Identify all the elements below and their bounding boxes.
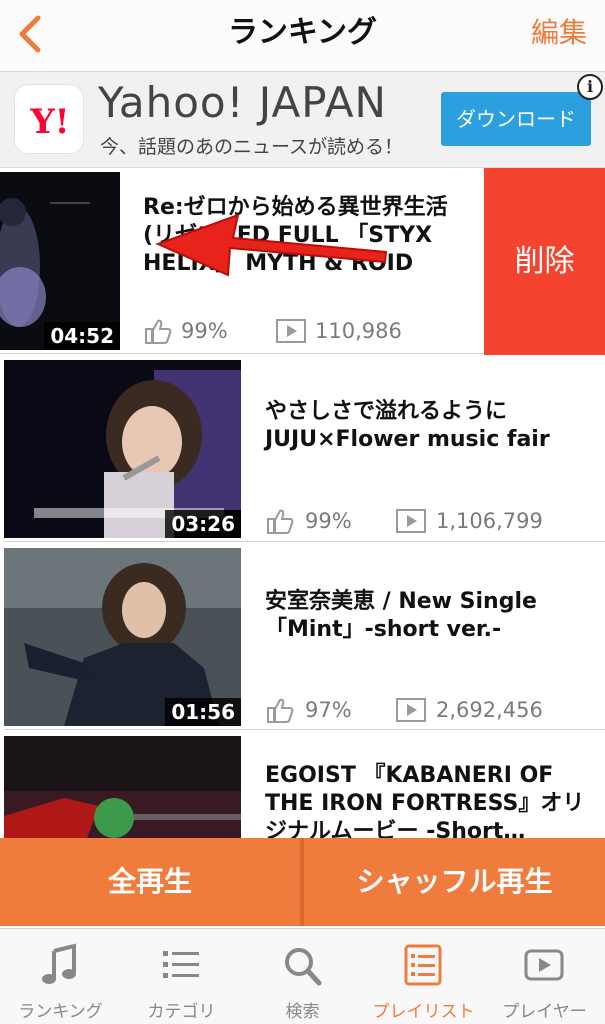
- tab-label: ランキング: [18, 1002, 103, 1022]
- ad-banner[interactable]: Y! Yahoo! JAPAN 今、話題のあのニュースが読める！ ダウンロード …: [0, 72, 605, 168]
- ad-info-icon[interactable]: i: [577, 74, 603, 100]
- swipe-arrow-icon: [155, 213, 388, 277]
- video-duration: 04:52: [44, 322, 120, 350]
- tab-player[interactable]: プレイヤー: [484, 929, 605, 1024]
- play-count-icon: [396, 698, 426, 722]
- edit-button[interactable]: 編集: [531, 0, 587, 66]
- video-thumbnail: 03:26: [4, 360, 241, 538]
- view-count: 2,692,456: [436, 698, 543, 722]
- tab-label: プレイリスト: [372, 1002, 475, 1022]
- tab-playlist[interactable]: プレイリスト: [363, 929, 484, 1024]
- navigation-bar: ランキング 編集: [0, 0, 605, 72]
- video-stats: 99% 1,106,799: [265, 506, 595, 536]
- rating-value: 97%: [305, 698, 352, 722]
- thumbs-up-icon: [267, 509, 294, 534]
- music-note-icon: [42, 943, 76, 984]
- play-all-button[interactable]: 全再生: [0, 838, 300, 926]
- tab-label: カテゴリ: [147, 1002, 216, 1022]
- list-item[interactable]: EGOIST 『KABANERI OF THE IRON FORTRESS』オリ…: [0, 732, 605, 838]
- tab-search[interactable]: 検索: [242, 929, 363, 1024]
- thumbs-up-icon: [145, 319, 172, 344]
- ad-title: Yahoo! JAPAN: [98, 78, 387, 127]
- video-title: 安室奈美恵 / New Single「Mint」-short ver.-: [265, 589, 537, 642]
- tab-label: プレイヤー: [502, 1002, 587, 1022]
- video-stats: 97% 2,692,456: [265, 695, 595, 725]
- playlist-icon: [404, 944, 442, 986]
- divider: [4, 729, 605, 730]
- list-item[interactable]: 01:56 安室奈美恵 / New Single「Mint」-short ver…: [0, 544, 605, 730]
- tab-ranking[interactable]: ランキング: [0, 929, 121, 1024]
- video-title: EGOIST 『KABANERI OF THE IRON FORTRESS』オリ…: [265, 763, 585, 838]
- player-icon: [524, 949, 564, 981]
- tab-category[interactable]: カテゴリ: [121, 929, 242, 1024]
- search-icon: [285, 948, 322, 986]
- ad-subtitle: 今、話題のあのニュースが読める！: [100, 136, 404, 158]
- video-thumbnail: [4, 736, 241, 838]
- download-button[interactable]: ダウンロード: [441, 92, 591, 146]
- yahoo-logo: Y!: [14, 84, 84, 154]
- video-thumbnail: 04:52: [0, 172, 120, 350]
- view-count: 1,106,799: [436, 509, 543, 533]
- thumbs-up-icon: [267, 698, 294, 723]
- delete-button[interactable]: 削除: [484, 168, 605, 355]
- video-stats: 99% 110,986: [143, 316, 473, 346]
- video-title: やさしさで溢れるように JUJU×Flower music fair: [265, 399, 550, 452]
- divider: [4, 541, 605, 542]
- page-title: ランキング: [227, 15, 378, 50]
- rating-value: 99%: [305, 509, 352, 533]
- tab-label: 検索: [285, 1002, 320, 1022]
- tab-bar: ランキング カテゴリ 検索 プレイリスト プレイヤー: [0, 928, 605, 1024]
- video-duration: 03:26: [165, 510, 241, 538]
- list-icon: [163, 951, 199, 978]
- video-thumbnail: 01:56: [4, 548, 241, 726]
- svg-text:Y!: Y!: [29, 102, 69, 142]
- play-count-icon: [276, 319, 306, 343]
- yahoo-logo-icon: Y!: [29, 102, 69, 142]
- video-duration: 01:56: [165, 698, 241, 726]
- play-count-icon: [396, 509, 426, 533]
- rating-value: 99%: [181, 319, 228, 343]
- list-item[interactable]: 03:26 やさしさで溢れるように JUJU×Flower music fair…: [0, 356, 605, 542]
- shuffle-play-button[interactable]: シャッフル再生: [304, 838, 605, 926]
- view-count: 110,986: [315, 319, 402, 343]
